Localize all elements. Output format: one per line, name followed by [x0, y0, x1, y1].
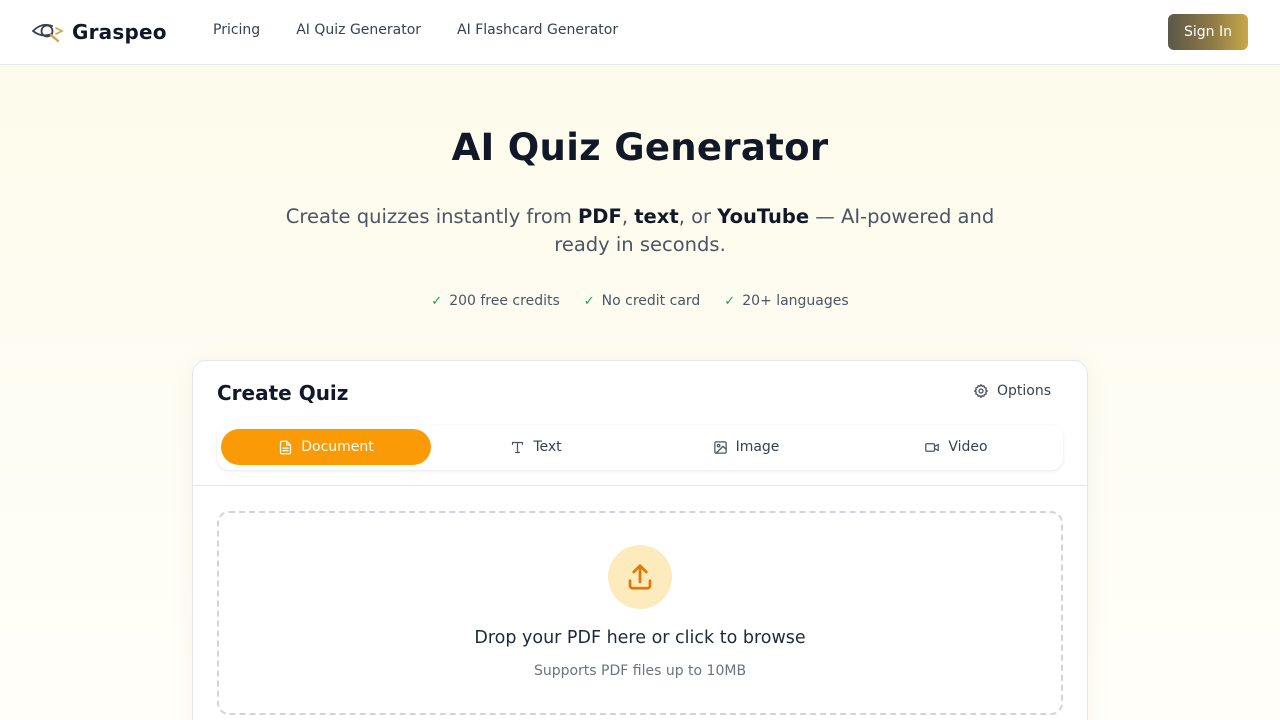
- subtitle-pdf: PDF: [578, 205, 622, 228]
- brand-logo[interactable]: Graspeo: [32, 19, 167, 45]
- subtitle-youtube: YouTube: [717, 205, 810, 228]
- subtitle-text: text: [634, 205, 679, 228]
- gear-icon: [973, 384, 988, 398]
- upload-badge: [608, 545, 672, 609]
- badge-label: 200 free credits: [449, 293, 560, 309]
- page-title: AI Quiz Generator: [451, 126, 829, 169]
- image-icon: [713, 440, 727, 454]
- check-icon: ✓: [724, 293, 736, 309]
- options-label: Options: [996, 383, 1051, 399]
- pdf-dropzone[interactable]: Drop your PDF here or click to browse Su…: [217, 511, 1063, 715]
- check-icon: ✓: [583, 293, 595, 309]
- subtitle-prefix: Create quizzes instantly from: [285, 205, 579, 228]
- subtitle-separator: , or: [678, 205, 718, 228]
- badge-free-credits: ✓ 200 free credits: [431, 293, 559, 309]
- create-quiz-card: Create Quiz Options Document Text Image …: [192, 360, 1088, 720]
- sign-in-button[interactable]: Sign In: [1168, 14, 1248, 50]
- hero-subtitle: Create quizzes instantly from PDF, text,…: [270, 203, 1010, 259]
- document-icon: [280, 440, 292, 454]
- subtitle-separator: ,: [621, 205, 635, 228]
- dropzone-subtitle: Supports PDF files up to 10MB: [533, 663, 747, 679]
- text-icon: [512, 441, 524, 453]
- top-navbar: Graspeo Pricing AI Quiz Generator AI Fla…: [0, 0, 1280, 65]
- nav-link-pricing[interactable]: Pricing: [213, 22, 260, 38]
- brand-name: Graspeo: [72, 20, 167, 44]
- tab-label: Image: [735, 439, 780, 455]
- tab-text[interactable]: Text: [431, 429, 641, 465]
- feature-badges: ✓ 200 free credits ✓ No credit card ✓ 20…: [0, 293, 1280, 309]
- tab-label: Text: [533, 439, 562, 455]
- upload-icon: [628, 564, 652, 590]
- tab-label: Document: [301, 439, 374, 455]
- options-button[interactable]: Options: [973, 383, 1051, 399]
- main-nav: Pricing AI Quiz Generator AI Flashcard G…: [213, 22, 654, 38]
- card-divider: [193, 485, 1087, 486]
- badge-label: No credit card: [601, 293, 701, 309]
- badge-label: 20+ languages: [742, 293, 849, 309]
- eye-magnifier-icon: [32, 23, 64, 43]
- tab-image[interactable]: Image: [641, 429, 851, 465]
- nav-link-ai-quiz-generator[interactable]: AI Quiz Generator: [296, 22, 421, 38]
- source-tabs: Document Text Image Video: [217, 425, 1063, 470]
- tab-label: Video: [948, 439, 988, 455]
- nav-link-ai-flashcard-generator[interactable]: AI Flashcard Generator: [457, 22, 618, 38]
- card-title: Create Quiz: [217, 381, 349, 405]
- badge-no-credit-card: ✓ No credit card: [584, 293, 701, 309]
- check-icon: ✓: [431, 293, 443, 309]
- tab-video[interactable]: Video: [851, 429, 1061, 465]
- dropzone-title: Drop your PDF here or click to browse: [474, 628, 806, 648]
- video-icon: [925, 442, 940, 452]
- badge-languages: ✓ 20+ languages: [724, 293, 848, 309]
- tab-document[interactable]: Document: [221, 429, 431, 465]
